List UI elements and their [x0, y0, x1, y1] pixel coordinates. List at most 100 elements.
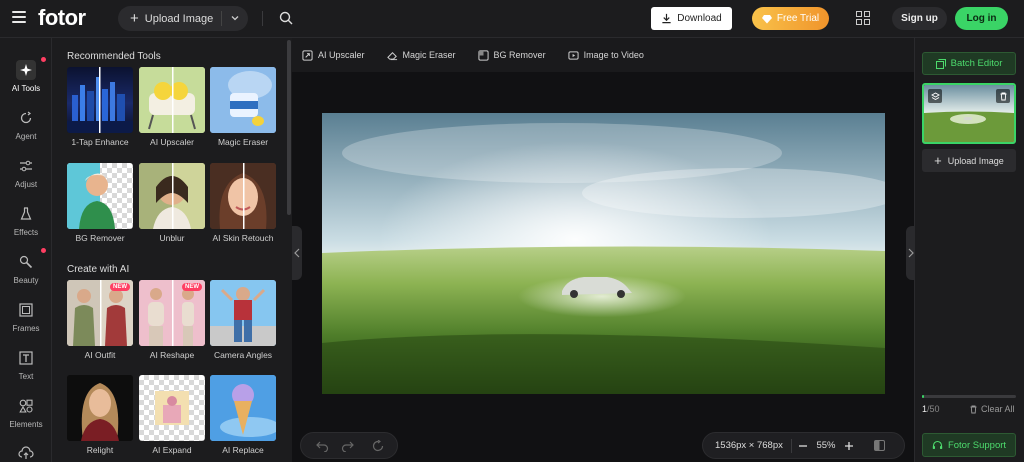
compare-icon[interactable]	[874, 440, 885, 451]
headset-icon	[932, 440, 943, 449]
tool-thumbnail	[139, 67, 205, 133]
tool-ai-replace[interactable]: AI Replace	[210, 375, 276, 455]
flask-icon	[16, 204, 36, 224]
tool-ai-upscaler[interactable]: AI Upscaler	[139, 67, 205, 147]
search-icon[interactable]	[278, 10, 294, 26]
tools-scrollbar[interactable]	[287, 40, 291, 215]
undo-icon[interactable]	[316, 440, 329, 452]
zoom-out-icon[interactable]	[798, 441, 808, 451]
tool-relight[interactable]: Relight	[67, 375, 133, 455]
redo-icon[interactable]	[341, 440, 354, 452]
rail-item-adjust[interactable]: Adjust	[0, 154, 52, 198]
rail-label: AI Tools	[11, 84, 41, 93]
rail-item-ai-tools[interactable]: AI Tools	[0, 58, 52, 102]
batch-editor-button[interactable]: Batch Editor	[922, 52, 1016, 75]
tool-1-tap-enhance[interactable]: 1-Tap Enhance	[67, 67, 133, 147]
rail-label: Frames	[12, 324, 40, 333]
sign-up-button[interactable]: Sign up	[892, 7, 947, 30]
quick-tool-ai-upscaler[interactable]: AI Upscaler	[302, 49, 365, 61]
image-thumbnail[interactable]	[922, 83, 1016, 144]
image-count-progress	[922, 395, 1016, 398]
rail-item-beauty[interactable]: Beauty	[0, 250, 52, 294]
progress-fill	[922, 395, 924, 398]
tool-thumbnail	[210, 67, 276, 133]
tool-thumbnail	[139, 163, 205, 229]
tool-label: Magic Eraser	[217, 137, 269, 147]
tool-camera-angles[interactable]: Camera Angles	[210, 280, 276, 360]
menu-icon[interactable]	[12, 11, 26, 25]
quick-tools-bar: AI Upscaler Magic Eraser BG Remover Imag…	[292, 38, 914, 72]
notification-dot	[41, 57, 46, 62]
tool-thumbnail	[210, 280, 276, 346]
tool-ai-outfit[interactable]: NEW AI Outfit	[67, 280, 133, 360]
quick-tool-label: AI Upscaler	[318, 50, 365, 60]
fotor-logo[interactable]: fotor	[38, 5, 86, 31]
free-trial-button[interactable]: Free Trial	[752, 7, 829, 30]
text-icon	[16, 348, 36, 368]
fotor-support-label: Fotor Support	[947, 439, 1007, 451]
plus-icon: +	[934, 153, 942, 168]
new-badge: NEW	[110, 283, 130, 291]
tool-label: AI Expand	[152, 445, 192, 455]
tool-ai-skin-retouch[interactable]: AI Skin Retouch	[210, 163, 276, 243]
tool-thumbnail	[139, 375, 205, 441]
tool-label: Relight	[86, 445, 114, 455]
frame-icon	[16, 300, 36, 320]
download-label: Download	[677, 13, 722, 24]
rail-item-agent[interactable]: Agent	[0, 106, 52, 150]
quick-tool-image-to-video[interactable]: Image to Video	[567, 50, 644, 61]
tools-panel: Recommended Tools 1-Tap Enhance AI Upsca…	[52, 38, 292, 462]
tool-label: AI Replace	[222, 445, 264, 455]
rail-item-elements[interactable]: Elements	[0, 394, 52, 438]
zoom-in-icon[interactable]	[844, 441, 854, 451]
quick-tool-magic-eraser[interactable]: Magic Eraser	[386, 50, 456, 61]
chevron-left-icon	[294, 248, 300, 258]
tool-unblur[interactable]: Unblur	[139, 163, 205, 243]
rail-label: Beauty	[13, 276, 39, 285]
download-icon	[662, 13, 671, 24]
tool-thumbnail: NEW	[67, 280, 133, 346]
tool-label: AI Upscaler	[150, 137, 194, 147]
beauty-icon	[16, 252, 36, 272]
trash-icon[interactable]	[996, 89, 1010, 103]
bg-remove-icon	[477, 49, 489, 61]
notification-dot	[41, 248, 46, 253]
batch-editor-label: Batch Editor	[950, 58, 1003, 69]
fotor-support-button[interactable]: Fotor Support	[922, 433, 1016, 457]
tool-magic-eraser[interactable]: Magic Eraser	[210, 67, 276, 147]
clear-all-button[interactable]: Clear All	[969, 404, 1015, 414]
canvas-image[interactable]	[322, 113, 885, 394]
reset-icon[interactable]	[372, 439, 385, 452]
chevron-down-icon[interactable]	[229, 12, 241, 24]
collapse-left-panel-button[interactable]	[292, 226, 302, 280]
tool-thumbnail	[67, 375, 133, 441]
upload-image-side-button[interactable]: + Upload Image	[922, 149, 1016, 172]
rail-item-frames[interactable]: Frames	[0, 298, 52, 342]
tool-ai-expand[interactable]: AI Expand	[139, 375, 205, 455]
layers-icon[interactable]	[928, 89, 942, 103]
download-button[interactable]: Download	[651, 7, 732, 30]
quick-tool-label: Magic Eraser	[402, 50, 456, 60]
divider	[262, 11, 263, 26]
divider	[221, 11, 222, 26]
zoom-controls: 1536px × 768px 55%	[702, 432, 905, 459]
plus-icon: +	[130, 10, 139, 27]
tool-bg-remover[interactable]: BG Remover	[67, 163, 133, 243]
log-in-button[interactable]: Log in	[955, 7, 1008, 30]
cloud-upload-icon[interactable]	[18, 446, 34, 460]
tool-ai-reshape[interactable]: NEW AI Reshape	[139, 280, 205, 360]
image-count-max: /50	[927, 404, 940, 414]
rail-item-effects[interactable]: Effects	[0, 202, 52, 246]
agent-icon	[16, 108, 36, 128]
elements-icon	[16, 396, 36, 416]
history-controls	[300, 432, 398, 459]
apps-grid-icon[interactable]	[856, 11, 870, 25]
zoom-level[interactable]: 55%	[808, 440, 844, 451]
quick-tool-bg-remover[interactable]: BG Remover	[477, 49, 546, 61]
create-with-ai-heading: Create with AI	[67, 264, 130, 275]
diamond-icon	[761, 14, 772, 23]
rail-item-text[interactable]: Text	[0, 346, 52, 390]
upload-image-button[interactable]: + Upload Image	[118, 6, 248, 31]
rail-label: Effects	[13, 228, 39, 237]
trash-icon	[970, 405, 977, 413]
